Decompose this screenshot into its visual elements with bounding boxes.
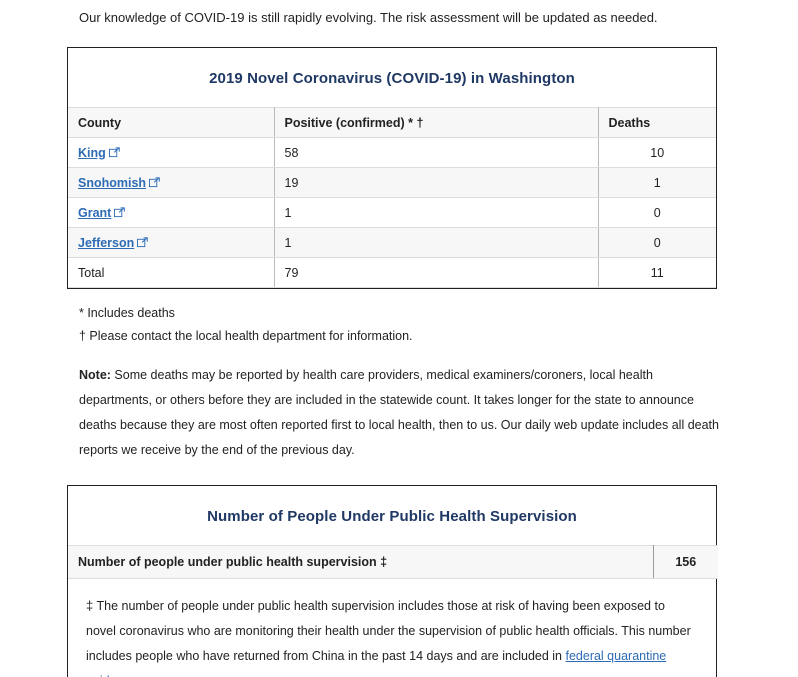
column-header-deaths: Deaths bbox=[598, 107, 716, 138]
supervision-table: Number of people under public health sup… bbox=[68, 545, 718, 579]
external-link-icon bbox=[149, 176, 160, 188]
cell-county-king: King bbox=[68, 137, 275, 168]
county-link-grant[interactable]: Grant bbox=[78, 206, 111, 220]
external-link-icon bbox=[108, 146, 120, 158]
cell-positive-grant: 1 bbox=[274, 197, 599, 228]
supervision-row-label: Number of people under public health sup… bbox=[68, 545, 654, 579]
footnote-asterisk: * Includes deaths bbox=[79, 306, 175, 320]
supervision-row-value: 156 bbox=[653, 545, 718, 579]
cell-positive-jefferson: 1 bbox=[274, 227, 599, 258]
county-link-snohomish[interactable]: Snohomish bbox=[78, 176, 146, 190]
county-link-jefferson[interactable]: Jefferson bbox=[78, 236, 134, 250]
footnotes-block: * Includes deaths † Please contact the l… bbox=[79, 303, 717, 347]
cell-deaths-snohomish: 1 bbox=[598, 167, 716, 198]
supervision-note: ‡ The number of people under public heal… bbox=[68, 579, 716, 677]
column-header-county: County bbox=[68, 107, 275, 138]
table-row: Snohomish 19 1 bbox=[68, 167, 716, 198]
cell-deaths-total: 11 bbox=[598, 257, 716, 288]
covid-cases-card: 2019 Novel Coronavirus (COVID-19) in Was… bbox=[67, 47, 717, 289]
supervision-title: Number of People Under Public Health Sup… bbox=[68, 486, 716, 545]
table-row: King 58 10 bbox=[68, 137, 716, 168]
table-row: Jefferson 1 0 bbox=[68, 227, 716, 258]
external-link-icon bbox=[137, 236, 149, 248]
cell-deaths-grant: 0 bbox=[598, 197, 716, 228]
column-header-positive: Positive (confirmed) * † bbox=[274, 107, 599, 138]
supervision-tbody: Number of people under public health sup… bbox=[68, 545, 718, 579]
cell-county-grant: Grant bbox=[68, 197, 275, 228]
cell-deaths-jefferson: 0 bbox=[598, 227, 716, 258]
cell-county-jefferson: Jefferson bbox=[68, 227, 275, 258]
county-link-king[interactable]: King bbox=[78, 146, 106, 160]
external-link-icon bbox=[114, 206, 126, 218]
page-root: Our knowledge of COVID-19 is still rapid… bbox=[0, 0, 798, 677]
table-row: Grant 1 0 bbox=[68, 197, 716, 228]
table-row-total: Total 79 11 bbox=[68, 257, 716, 288]
cell-positive-king: 58 bbox=[274, 137, 599, 168]
intro-paragraph: Our knowledge of COVID-19 is still rapid… bbox=[79, 10, 658, 25]
cell-county-snohomish: Snohomish bbox=[68, 167, 275, 198]
covid-cases-tbody: King 58 10 Snohomish 19 1 Grant 1 0 Jeff… bbox=[68, 137, 716, 288]
covid-cases-table: County Positive (confirmed) * † Deaths K… bbox=[68, 107, 716, 288]
cell-deaths-king: 10 bbox=[598, 137, 716, 168]
page-content: Our knowledge of COVID-19 is still rapid… bbox=[67, 0, 719, 677]
supervision-card: Number of People Under Public Health Sup… bbox=[67, 485, 718, 677]
cell-county-total: Total bbox=[68, 257, 275, 288]
cell-positive-snohomish: 19 bbox=[274, 167, 599, 198]
note-paragraph: Note: Some deaths may be reported by hea… bbox=[79, 363, 719, 463]
table-header-row: County Positive (confirmed) * † Deaths bbox=[68, 107, 716, 138]
covid-cases-title: 2019 Novel Coronavirus (COVID-19) in Was… bbox=[68, 48, 716, 107]
note-body: Some deaths may be reported by health ca… bbox=[79, 368, 719, 457]
footnote-dagger: † Please contact the local health depart… bbox=[79, 329, 413, 343]
note-label: Note: bbox=[79, 368, 111, 382]
table-row: Number of people under public health sup… bbox=[68, 545, 718, 579]
cell-positive-total: 79 bbox=[274, 257, 599, 288]
covid-cases-thead: County Positive (confirmed) * † Deaths bbox=[68, 107, 716, 138]
